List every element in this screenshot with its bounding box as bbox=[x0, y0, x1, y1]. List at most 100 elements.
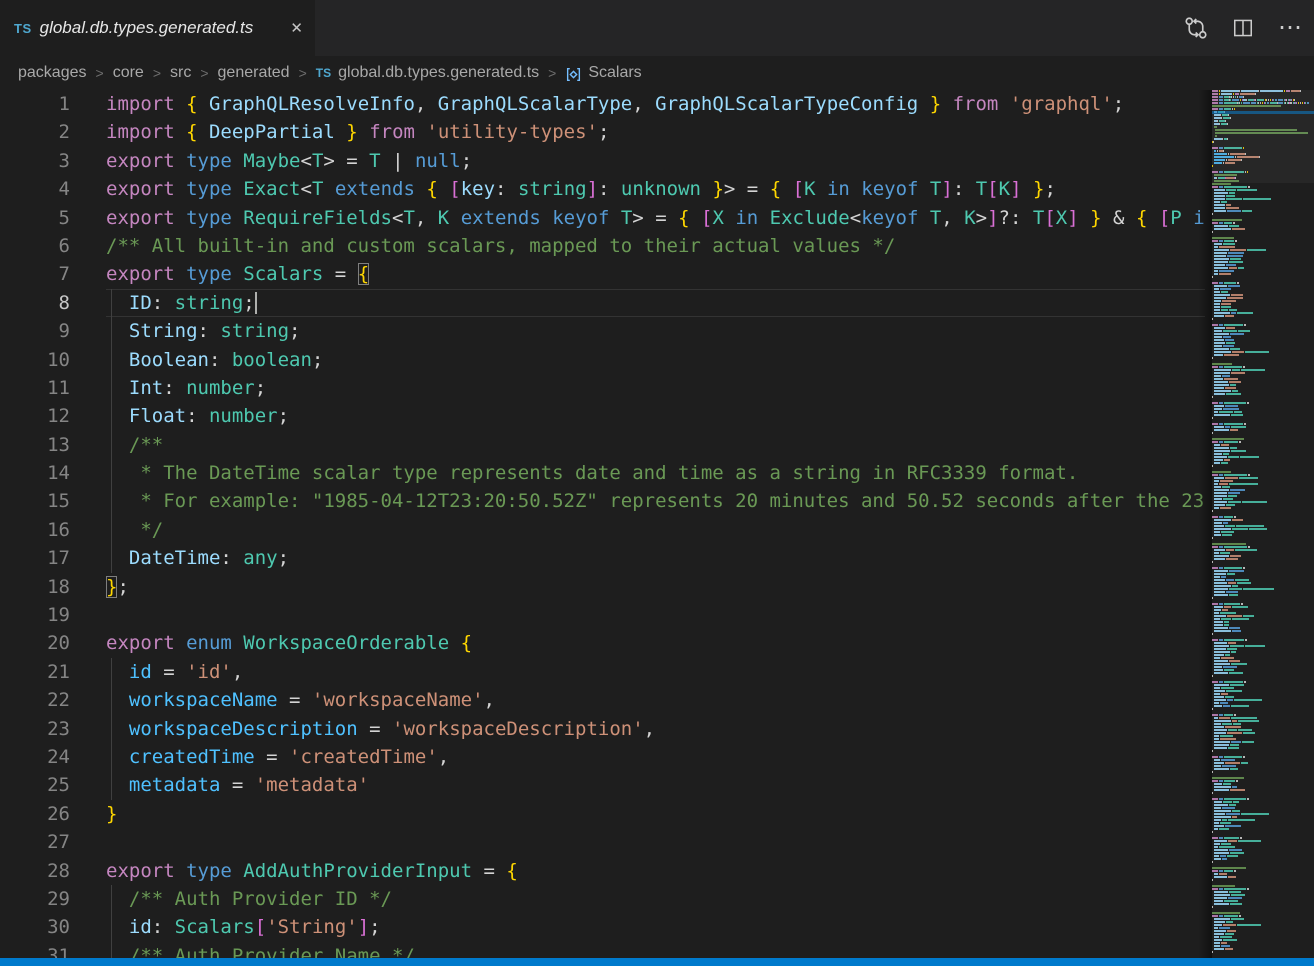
chevron-right-icon: > bbox=[153, 65, 161, 81]
tab-global-db-types-generated[interactable]: TS global.db.types.generated.ts ✕ bbox=[0, 0, 315, 56]
line-content: DateTime: any; bbox=[106, 544, 1205, 572]
minimap-slider[interactable] bbox=[1212, 90, 1314, 183]
editor-actions: ⋯ bbox=[1184, 0, 1302, 56]
line-number[interactable]: 15 bbox=[0, 487, 70, 515]
code-line[interactable]: 26} bbox=[0, 800, 1205, 828]
code-line[interactable]: 29 /** Auth Provider ID */ bbox=[0, 885, 1205, 913]
line-number[interactable]: 11 bbox=[0, 374, 70, 402]
breadcrumb-item-core[interactable]: core bbox=[113, 64, 144, 82]
code-line[interactable]: 23 workspaceDescription = 'workspaceDesc… bbox=[0, 715, 1205, 743]
line-number[interactable]: 7 bbox=[0, 260, 70, 288]
line-number[interactable]: 28 bbox=[0, 857, 70, 885]
code-line[interactable]: 19 bbox=[0, 601, 1205, 629]
code-line[interactable]: 22 workspaceName = 'workspaceName', bbox=[0, 686, 1205, 714]
line-content: Int: number; bbox=[106, 374, 1205, 402]
chevron-right-icon: > bbox=[299, 65, 307, 81]
code-line[interactable]: 3 export type Maybe<T> = T | null; bbox=[0, 147, 1205, 175]
line-number[interactable]: 12 bbox=[0, 402, 70, 430]
line-number[interactable]: 5 bbox=[0, 204, 70, 232]
breadcrumb-item-packages[interactable]: packages bbox=[18, 64, 87, 82]
close-tab-icon[interactable]: ✕ bbox=[290, 19, 303, 37]
line-number[interactable]: 19 bbox=[0, 601, 70, 629]
line-number[interactable]: 24 bbox=[0, 743, 70, 771]
line-number[interactable]: 22 bbox=[0, 686, 70, 714]
line-number[interactable]: 16 bbox=[0, 516, 70, 544]
code-line[interactable]: 21 id = 'id', bbox=[0, 658, 1205, 686]
code-line[interactable]: 15 * For example: "1985-04-12T23:20:50.5… bbox=[0, 487, 1205, 515]
text-cursor bbox=[255, 292, 257, 314]
code-line[interactable]: 28 export type AddAuthProviderInput = { bbox=[0, 857, 1205, 885]
line-content: * For example: "1985-04-12T23:20:50.52Z"… bbox=[106, 487, 1205, 515]
line-content: export type AddAuthProviderInput = { bbox=[106, 857, 1205, 885]
code-line[interactable]: 27 bbox=[0, 828, 1205, 856]
code-line[interactable]: 18}; bbox=[0, 573, 1205, 601]
breadcrumb-item-src[interactable]: src bbox=[170, 64, 191, 82]
line-number[interactable]: 9 bbox=[0, 317, 70, 345]
breadcrumb-item-generated[interactable]: generated bbox=[218, 64, 290, 82]
code-line[interactable]: 30 id: Scalars['String']; bbox=[0, 913, 1205, 941]
code-line[interactable]: 2import { DeepPartial } from 'utility-ty… bbox=[0, 118, 1205, 146]
line-content bbox=[106, 828, 1205, 856]
split-editor-icon[interactable] bbox=[1232, 17, 1254, 39]
code-line[interactable]: 9 String: string; bbox=[0, 317, 1205, 345]
tab-title: global.db.types.generated.ts bbox=[40, 18, 283, 38]
breadcrumb-item-symbol[interactable]: Scalars bbox=[588, 64, 641, 82]
line-number[interactable]: 17 bbox=[0, 544, 70, 572]
line-number[interactable]: 20 bbox=[0, 629, 70, 657]
line-number[interactable]: 21 bbox=[0, 658, 70, 686]
line-number[interactable]: 2 bbox=[0, 118, 70, 146]
open-changes-icon[interactable] bbox=[1184, 16, 1208, 40]
breadcrumb-item-file[interactable]: global.db.types.generated.ts bbox=[338, 64, 539, 82]
code-line[interactable]: 17 DateTime: any; bbox=[0, 544, 1205, 572]
code-line[interactable]: 12 Float: number; bbox=[0, 402, 1205, 430]
code-line[interactable]: 16 */ bbox=[0, 516, 1205, 544]
minimap[interactable] bbox=[1212, 90, 1314, 958]
line-number[interactable]: 23 bbox=[0, 715, 70, 743]
line-number[interactable]: 8 bbox=[0, 289, 70, 317]
line-number[interactable]: 13 bbox=[0, 431, 70, 459]
code-line[interactable]: 1 import { GraphQLResolveInfo, GraphQLSca… bbox=[0, 90, 1205, 118]
line-content: ID: string; bbox=[106, 289, 1205, 317]
line-content: export type Maybe<T> = T | null; bbox=[106, 147, 1205, 175]
code-line[interactable]: 7 export type Scalars = { bbox=[0, 260, 1205, 288]
code-lines[interactable]: 1 import { GraphQLResolveInfo, GraphQLSca… bbox=[0, 90, 1205, 958]
code-line[interactable]: 14 * The DateTime scalar type represents… bbox=[0, 459, 1205, 487]
code-line[interactable]: 4export type Exact<T extends { [key: str… bbox=[0, 175, 1205, 203]
code-line[interactable]: 31 /** Auth Provider Name */ bbox=[0, 942, 1205, 958]
line-content: }; bbox=[106, 573, 1205, 601]
line-number[interactable]: 25 bbox=[0, 771, 70, 799]
line-content: export type Scalars = { bbox=[106, 260, 1205, 288]
status-bar[interactable] bbox=[0, 958, 1314, 966]
code-line[interactable]: 25 metadata = 'metadata' bbox=[0, 771, 1205, 799]
line-number[interactable]: 27 bbox=[0, 828, 70, 856]
line-number[interactable]: 3 bbox=[0, 147, 70, 175]
code-line[interactable]: 8 ID: string; bbox=[0, 289, 1205, 317]
line-number[interactable]: 26 bbox=[0, 800, 70, 828]
code-line[interactable]: 13 /** bbox=[0, 431, 1205, 459]
line-number[interactable]: 30 bbox=[0, 913, 70, 941]
line-content: } bbox=[106, 800, 1205, 828]
line-content: createdTime = 'createdTime', bbox=[106, 743, 1205, 771]
line-content: Boolean: boolean; bbox=[106, 346, 1205, 374]
line-number[interactable]: 1 bbox=[0, 90, 70, 118]
line-content: /** Auth Provider ID */ bbox=[106, 885, 1205, 913]
more-actions-icon[interactable]: ⋯ bbox=[1278, 16, 1302, 40]
line-number[interactable]: 14 bbox=[0, 459, 70, 487]
line-number[interactable]: 6 bbox=[0, 232, 70, 260]
line-number[interactable]: 29 bbox=[0, 885, 70, 913]
line-content: * The DateTime scalar type represents da… bbox=[106, 459, 1205, 487]
code-line[interactable]: 11 Int: number; bbox=[0, 374, 1205, 402]
line-number[interactable]: 31 bbox=[0, 942, 70, 958]
line-number[interactable]: 10 bbox=[0, 346, 70, 374]
line-content: id: Scalars['String']; bbox=[106, 913, 1205, 941]
code-line[interactable]: 6/** All built-in and custom scalars, ma… bbox=[0, 232, 1205, 260]
line-content: Float: number; bbox=[106, 402, 1205, 430]
line-number[interactable]: 4 bbox=[0, 175, 70, 203]
line-content: import { GraphQLResolveInfo, GraphQLScal… bbox=[106, 90, 1205, 118]
code-line[interactable]: 10 Boolean: boolean; bbox=[0, 346, 1205, 374]
code-line[interactable]: 24 createdTime = 'createdTime', bbox=[0, 743, 1205, 771]
code-line[interactable]: 20export enum WorkspaceOrderable { bbox=[0, 629, 1205, 657]
line-number[interactable]: 18 bbox=[0, 573, 70, 601]
typescript-file-icon: TS bbox=[316, 66, 331, 80]
code-line[interactable]: 5export type RequireFields<T, K extends … bbox=[0, 204, 1205, 232]
